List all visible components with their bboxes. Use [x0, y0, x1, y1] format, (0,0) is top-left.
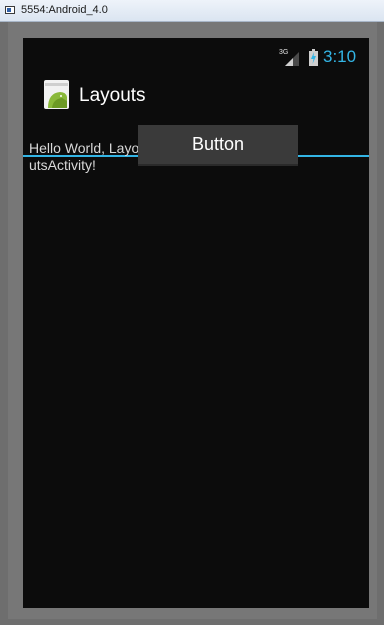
hello-world-text: Hello World, LayoutsActivity! [29, 140, 140, 173]
button[interactable]: Button [138, 125, 298, 166]
android-app-icon[interactable] [44, 80, 69, 109]
emulator-window-icon [5, 6, 15, 14]
status-bar: 3G 3:10 [23, 38, 369, 76]
device-screen: 3G 3:10 Layouts Hello World, LayoutsActi… [23, 38, 369, 608]
action-bar: Layouts [23, 76, 369, 157]
layout-content: Hello World, LayoutsActivity! Button [23, 119, 369, 608]
status-clock: 3:10 [323, 47, 357, 66]
signal-icon [285, 52, 299, 66]
window-titlebar[interactable]: 5554:Android_4.0 [0, 0, 384, 22]
app-title: Layouts [79, 85, 146, 106]
battery-charging-icon [309, 49, 318, 66]
window-title: 5554:Android_4.0 [21, 4, 108, 16]
emulator-window: 5554:Android_4.0 3G 3:10 Layouts Hello W… [0, 0, 384, 625]
